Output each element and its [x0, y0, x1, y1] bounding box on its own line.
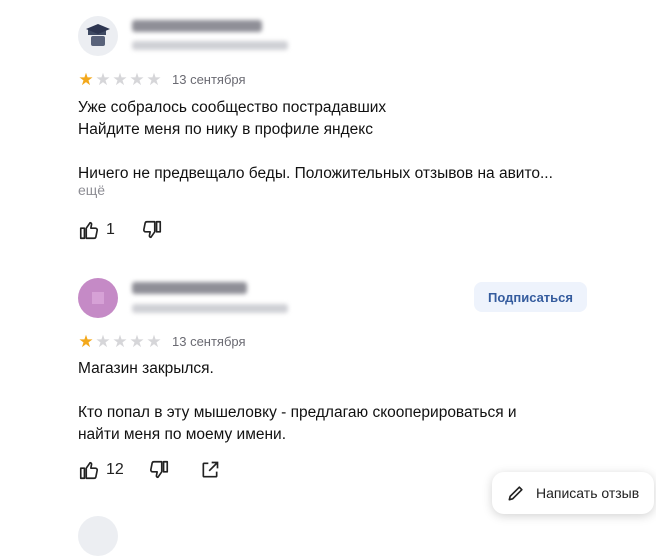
like-count: 1	[106, 221, 115, 238]
thumbs-down-icon	[149, 460, 168, 479]
write-review-label: Написать отзыв	[536, 485, 640, 501]
write-review-button[interactable]: Написать отзыв	[492, 472, 654, 514]
reviewer-level-blurred	[132, 304, 288, 313]
star-empty-icon: ★	[129, 332, 145, 351]
review-date: 13 сентября	[172, 334, 246, 349]
thumbs-up-icon	[79, 221, 98, 240]
star-filled-icon: ★	[78, 332, 94, 351]
avatar[interactable]	[78, 278, 118, 318]
show-more-link[interactable]: ещё	[78, 182, 105, 198]
star-empty-icon: ★	[95, 332, 111, 351]
avatar-image-icon	[92, 292, 104, 304]
like-button[interactable]: 12	[78, 459, 124, 481]
rating-stars: ★ ★ ★ ★ ★	[78, 71, 162, 88]
star-empty-icon: ★	[129, 70, 145, 89]
pencil-icon	[508, 486, 523, 501]
review-text: Магазин закрылся. Кто попал в эту мышело…	[78, 360, 517, 443]
review-date: 13 сентября	[172, 72, 246, 87]
star-empty-icon: ★	[112, 332, 128, 351]
rating-stars: ★ ★ ★ ★ ★	[78, 333, 162, 350]
star-empty-icon: ★	[146, 70, 162, 89]
reviewer-name-blurred[interactable]	[132, 20, 262, 32]
share-icon	[202, 461, 219, 478]
review-actions: 1	[78, 219, 163, 241]
dislike-button[interactable]	[148, 459, 170, 481]
avatar	[78, 516, 118, 556]
star-empty-icon: ★	[146, 332, 162, 351]
like-button[interactable]: 1	[78, 219, 115, 241]
reviewer-level-blurred	[132, 41, 288, 50]
star-filled-icon: ★	[78, 70, 94, 89]
like-count: 12	[106, 461, 124, 478]
review-actions: 12	[78, 459, 220, 481]
review-text: Уже собралось сообщество пострадавших На…	[78, 99, 553, 182]
share-button[interactable]	[200, 460, 220, 480]
thumbs-down-icon	[142, 220, 161, 239]
avatar-image-icon	[86, 24, 110, 46]
reviewer-name-blurred[interactable]	[132, 282, 247, 294]
dislike-button[interactable]	[141, 219, 163, 241]
star-empty-icon: ★	[112, 70, 128, 89]
avatar[interactable]	[78, 16, 118, 56]
subscribe-button[interactable]: Подписаться	[474, 282, 587, 312]
thumbs-up-icon	[79, 461, 98, 480]
star-empty-icon: ★	[95, 70, 111, 89]
review-1: ★ ★ ★ ★ ★ 13 сентября Уже собралось сооб…	[0, 0, 656, 255]
